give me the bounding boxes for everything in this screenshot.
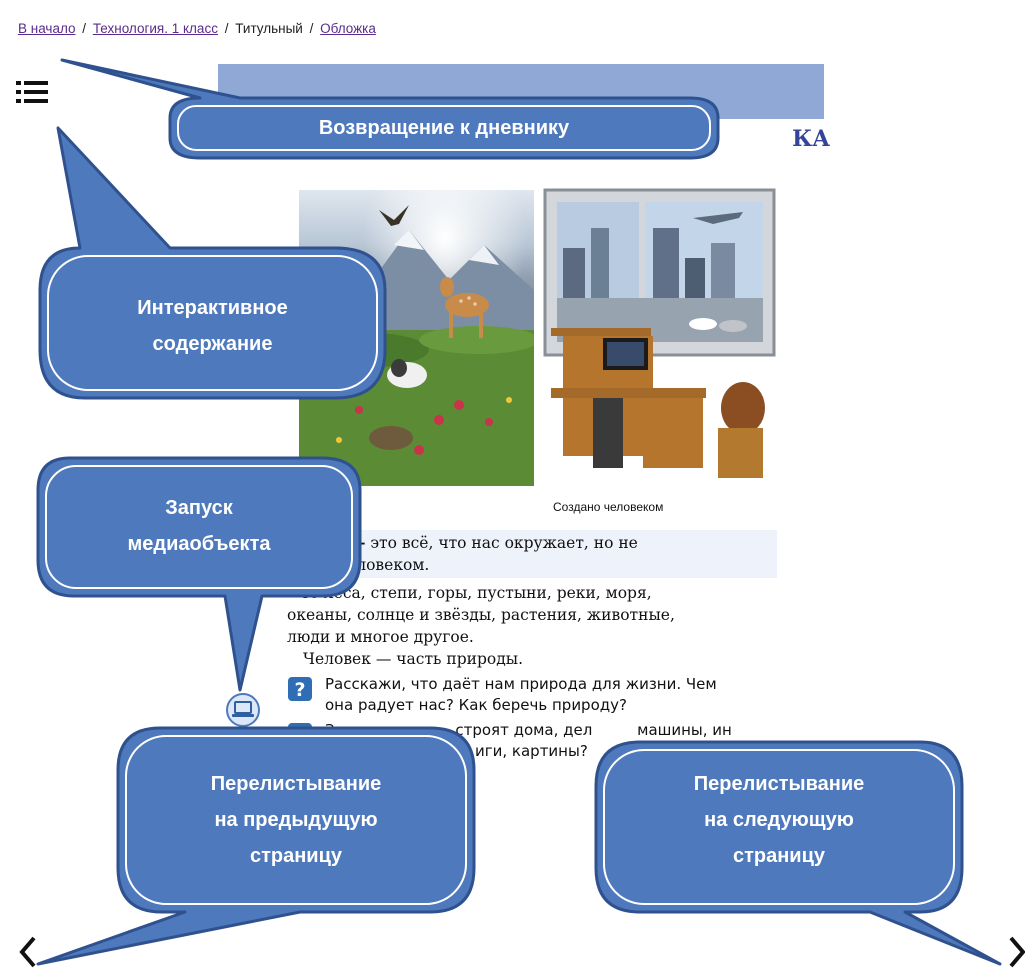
svg-text:?: ?	[294, 679, 305, 701]
human-made-illustration	[543, 188, 776, 486]
paragraph-line: то леса, степи, горы, пустыни, реки, мор…	[301, 584, 652, 602]
breadcrumb-separator: /	[224, 21, 229, 36]
question-line: Зачем люд строят дома, дел машины, ин	[325, 720, 777, 741]
question-fragment: строят дома, дел	[455, 721, 593, 739]
chevron-left-icon[interactable]	[14, 930, 42, 968]
callout-line: Запуск	[165, 497, 233, 519]
svg-text:?: ?	[294, 725, 305, 747]
callout-line: страницу	[732, 845, 826, 867]
question-line: Расскажи, что даёт нам природа для жизни…	[325, 675, 717, 693]
callout-line: на следующую	[704, 809, 854, 831]
chevron-right-icon[interactable]	[1005, 930, 1025, 968]
caption-human-made: Создано человеком	[553, 500, 664, 514]
breadcrumb-current: Титульный	[235, 21, 303, 36]
definition-line2: ано человеком.	[303, 556, 430, 574]
question-line: она радует нас? Как беречь природу?	[325, 696, 627, 714]
definition-box: рода — это всё, что нас окружает, но не …	[287, 530, 777, 578]
callout-line: медиаобъекта	[127, 533, 271, 555]
callout-text-launch-media: Запуск медиаобъекта	[46, 490, 352, 562]
callout-text-next-page: Перелистывание на следующую страницу	[604, 766, 954, 874]
breadcrumb-cover-link[interactable]: Обложка	[320, 21, 376, 36]
paragraph-line: Человек — часть природы.	[303, 650, 524, 668]
question-line: иги, картины?	[475, 742, 588, 760]
callout-line: страницу	[249, 845, 343, 867]
callout-text-return-to-diary: Возвращение к дневнику	[318, 117, 570, 139]
callout-line: на предыдущую	[214, 809, 378, 831]
question-item: ? Расскажи, что даёт нам природа для жиз…	[287, 674, 777, 716]
question-mark-icon: ?	[288, 677, 312, 701]
textbook-body: рода — это всё, что нас окружает, но не …	[287, 530, 777, 762]
callout-line: Интерактивное	[137, 297, 288, 319]
breadcrumb-home-link[interactable]: В начало	[18, 21, 76, 36]
breadcrumb-separator: /	[82, 21, 87, 36]
callout-line: Перелистывание	[210, 773, 382, 795]
question-item: ? Зачем люд строят дома, дел машины, ин …	[287, 720, 777, 762]
breadcrumb-course-link[interactable]: Технология. 1 класс	[93, 21, 218, 36]
question-mark-icon: ?	[288, 723, 312, 747]
definition-rest: это всё, что нас окружает, но не	[365, 534, 638, 552]
paragraph-line: океаны, солнце и звёзды, растения, живот…	[287, 606, 675, 624]
list-menu-icon[interactable]	[16, 80, 48, 104]
laptop-icon[interactable]	[225, 692, 261, 728]
callout-line: содержание	[152, 333, 273, 355]
breadcrumb-separator: /	[309, 21, 314, 36]
paragraph-line: люди и многое другое.	[287, 628, 474, 646]
callout-text-interactive-contents: Интерактивное содержание	[48, 290, 377, 362]
callout-line: Перелистывание	[693, 773, 865, 795]
question-fragment: машины, ин	[637, 721, 732, 739]
breadcrumb: В начало / Технология. 1 класс / Титульн…	[18, 21, 376, 36]
callout-text-prev-page: Перелистывание на предыдущую страницу	[126, 766, 466, 874]
question-fragment: Зачем люд	[325, 721, 411, 739]
